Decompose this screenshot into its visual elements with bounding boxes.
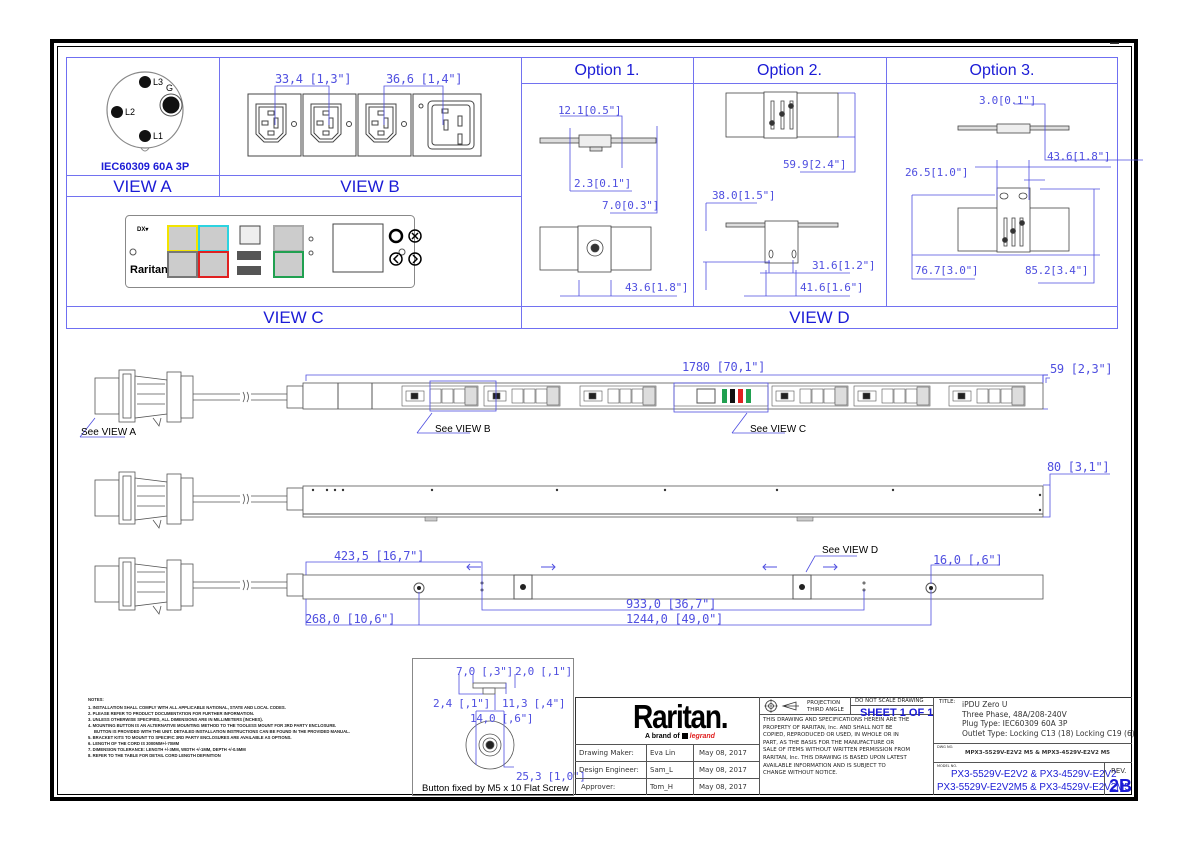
rev-label: REV. <box>1111 767 1127 775</box>
person-date: May 08, 2017 <box>699 783 747 791</box>
title-label: TITLE: <box>939 699 956 705</box>
model-no-line-2: PX3-5529V-E2V2M5 & PX3-4529V-E2V2M5 <box>937 782 1130 793</box>
legrand-brand: legrand <box>689 733 715 740</box>
button-dim-5: 14,0 [,6"] <box>470 712 534 725</box>
projection-symbol-icon <box>764 699 799 713</box>
button-caption: Button fixed by M5 x 10 Flat Screw <box>422 783 569 794</box>
title-line: Plug Type: IEC60309 60A 3P <box>962 719 1068 728</box>
raritan-logo: Raritan. <box>633 698 729 735</box>
model-no-line-1: PX3-5529V-E2V2 & PX3-4529V-E2V2 <box>951 769 1117 780</box>
disclaimer-line: THIS DRAWING AND SPECIFICATIONS HEREIN A… <box>763 717 910 723</box>
role-label: Design Engineer: <box>579 766 639 774</box>
disclaimer-line: CHANGE WITHOUT NOTICE. <box>763 770 838 777</box>
dwg-no-label: DWG NO. <box>937 745 954 749</box>
note-item: 8. REFER TO THE TABLE FOR DETAIL CORD LE… <box>88 753 221 758</box>
person-date: May 08, 2017 <box>699 766 747 774</box>
button-dim-2: 2,0 [,1"] <box>515 665 572 678</box>
title-line: Outlet Type: Locking C13 (18) Locking C1… <box>962 728 1135 738</box>
revision: 2B <box>1109 776 1133 796</box>
disclaimer-line: COPIED, REPRODUCED OR USED, IN WHOLE OR … <box>763 732 899 739</box>
disclaimer-line: AVAILABLE INFORMATION AND IS SUBJECT TO <box>763 762 886 769</box>
button-dim-3: 2,4 [,1"] <box>433 697 490 710</box>
button-dim-1: 7,0 [,3"] <box>456 665 513 678</box>
person-name: Eva Lin <box>650 749 676 757</box>
drawing-title: iPDU Zero U Three Phase, 48A/208-240V Pl… <box>962 700 1135 738</box>
person-name: Tom_H <box>650 783 673 791</box>
disclaimer-line: RARITAN, Inc. THIS DRAWING IS BASED UPON… <box>763 754 907 761</box>
dwg-no: MPX3-5529V-E2V2 M5 & MPX3-4529V-E2V2 M5 <box>965 750 1110 756</box>
projection-label: PROJECTION THIRD ANGLE <box>807 700 844 714</box>
role-label: Drawing Maker: <box>579 749 634 757</box>
disclaimer-block: THIS DRAWING AND SPECIFICATIONS HEREIN A… <box>763 717 910 778</box>
projection-line-1: PROJECTION <box>807 700 841 706</box>
do-not-scale-label: DO NOT SCALE DRAWING <box>855 698 924 704</box>
role-label: Approver: <box>581 783 616 791</box>
projection-line-2: THIRD ANGLE <box>807 707 844 713</box>
person-date: May 08, 2017 <box>699 749 747 757</box>
logo-tagline-text: A brand of <box>645 733 680 740</box>
person-name: Sam_L <box>650 766 673 774</box>
notes-block: NOTES: 1. INSTALLATION SHALL COMPLY WITH… <box>88 697 350 759</box>
title-line: Three Phase, 48A/208-240V <box>962 709 1067 719</box>
logo-tagline: A brand of legrand <box>645 733 715 740</box>
title-line: iPDU Zero U <box>962 700 1008 709</box>
disclaimer-line: PART, AS THE BASIS FOR THE MANUFACTURE O… <box>763 739 895 746</box>
disclaimer-line: SALE OF ITEMS WITHOUT WRITTEN PERMISSION… <box>763 747 911 754</box>
button-dim-4: 11,3 [,4"] <box>502 697 566 710</box>
disclaimer-line: PROPERTY OF RARITAN, Inc. AND SHALL NOT … <box>763 724 893 731</box>
